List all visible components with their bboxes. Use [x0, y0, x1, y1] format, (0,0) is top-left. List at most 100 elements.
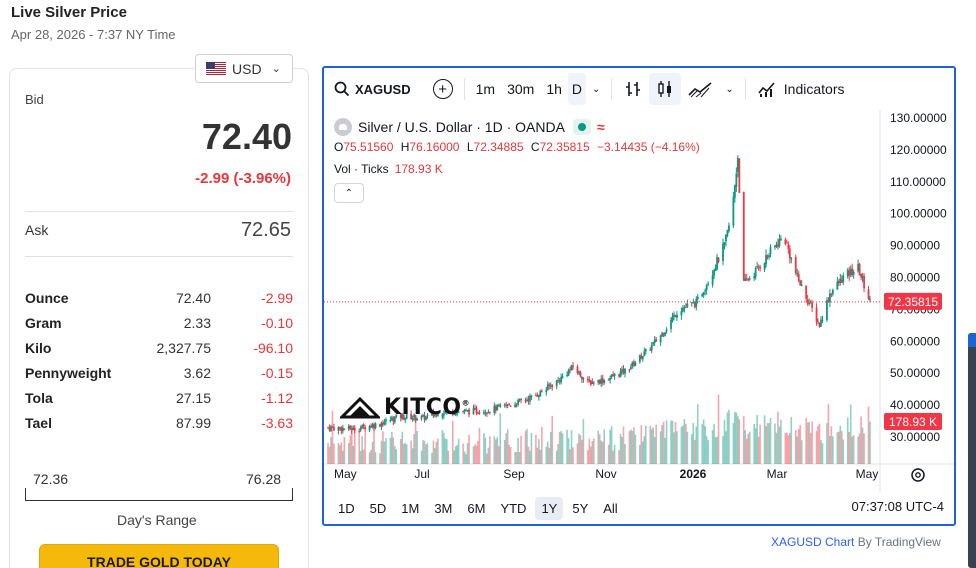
y-tick-label: 120.00000	[890, 143, 947, 157]
attribution-text: By TradingView	[854, 535, 941, 549]
candle-body	[852, 271, 855, 275]
indicators-button[interactable]: Indicators	[751, 73, 851, 105]
compare-symbol-button[interactable]: +	[427, 73, 459, 105]
bars-style-button[interactable]	[617, 73, 649, 105]
time-readout[interactable]: 07:37:08 UTC-4	[852, 499, 945, 514]
range-1m[interactable]: 1M	[395, 497, 425, 520]
volume-bar	[622, 426, 625, 464]
table-row: Kilo 2,327.75 -96.10	[25, 335, 293, 360]
volume-bar	[358, 431, 360, 464]
volume-bar	[392, 437, 395, 464]
ohlc-readout: O75.51560 H76.16000 L72.34885 C72.35815 …	[334, 140, 700, 154]
unit-name: Gram	[25, 314, 62, 331]
market-open-icon	[572, 119, 591, 135]
candle-body	[805, 285, 808, 299]
unit-change: -3.63	[261, 414, 293, 431]
candle-body	[582, 378, 585, 380]
volume-bar	[506, 429, 509, 464]
volume-bar	[671, 420, 674, 464]
volume-bar	[685, 423, 687, 464]
candle-body	[711, 275, 714, 285]
range-5y[interactable]: 5Y	[566, 497, 594, 520]
interval-30m[interactable]: 30m	[501, 73, 540, 105]
volume-bar	[799, 424, 802, 464]
volume-bar	[364, 432, 366, 464]
candle-body	[655, 338, 658, 342]
legend-symbol-title: Silver / U.S. Dollar · 1D · OANDA	[358, 119, 565, 135]
candle-body	[634, 362, 637, 367]
range-1d[interactable]: 1D	[332, 497, 361, 520]
volume-bar	[780, 419, 782, 464]
kitco-brand: KITCO	[384, 395, 462, 420]
range-6m[interactable]: 6M	[461, 497, 491, 520]
volume-bar	[790, 416, 793, 464]
volume-bar	[747, 433, 750, 464]
volume-bar	[395, 449, 398, 464]
toolbar-separator	[611, 78, 613, 100]
symbol-search[interactable]: XAGUSD	[328, 73, 417, 105]
candle-body	[485, 413, 488, 415]
volume-bar	[529, 450, 531, 464]
range-5d[interactable]: 5D	[364, 497, 393, 520]
volume-bar	[624, 444, 626, 464]
volume-bar	[399, 439, 402, 464]
interval-1h[interactable]: 1h	[540, 73, 568, 105]
chart-style-dropdown[interactable]: ⌄	[719, 73, 739, 105]
volume-bar	[673, 432, 675, 464]
candle-body	[778, 239, 781, 247]
volume-bar	[820, 440, 822, 464]
volume-bar	[809, 432, 812, 464]
candle-body	[728, 225, 730, 232]
volume-bar	[410, 440, 412, 464]
days-range-bar	[25, 488, 293, 501]
divider	[25, 211, 293, 212]
candle-body	[722, 243, 724, 261]
volume-bar	[566, 429, 568, 464]
volume-bar	[590, 446, 592, 464]
trade-gold-button[interactable]: TRADE GOLD TODAY	[39, 544, 279, 568]
volume-bar	[774, 423, 776, 464]
volume-bar	[404, 442, 407, 464]
candles-style-button[interactable]	[649, 73, 682, 105]
bid-change: -2.99 (-3.96%)	[195, 170, 291, 187]
interval-dropdown[interactable]: ⌄	[586, 73, 606, 105]
settings-icon[interactable]	[911, 468, 925, 482]
indicators-icon	[758, 82, 775, 97]
volume-bar	[692, 423, 695, 464]
range-bar: 1D 5D 1M 3M 6M YTD 1Y 5Y All 07:37:08 UT…	[324, 492, 954, 524]
chevron-down-icon: ⌄	[271, 63, 281, 75]
volume-bar	[805, 417, 807, 464]
volume-bar	[530, 432, 533, 464]
volume-bar	[527, 446, 530, 464]
volume-bar	[570, 430, 573, 464]
currency-select[interactable]: USD ⌄	[195, 54, 293, 83]
volume-bar	[546, 441, 549, 464]
xagusd-chart-link[interactable]: XAGUSD Chart	[771, 535, 854, 549]
volume-bar	[581, 439, 583, 464]
volume-bar	[867, 406, 870, 464]
candle-body	[686, 303, 689, 307]
volume-bar	[738, 419, 741, 464]
volume-bar	[505, 433, 507, 464]
candle-body	[358, 430, 361, 432]
volume-bar	[766, 423, 769, 464]
candle-body	[769, 247, 772, 254]
volume-bar	[339, 445, 341, 464]
volume-bar	[639, 444, 641, 464]
range-1y[interactable]: 1Y	[535, 496, 564, 520]
collapse-legend-button[interactable]: ⌃	[334, 183, 364, 203]
volume-bar	[631, 430, 634, 464]
range-all[interactable]: All	[597, 497, 623, 520]
area-style-button[interactable]	[681, 73, 719, 105]
unit-change: -0.10	[261, 314, 293, 331]
candles	[327, 155, 871, 435]
range-ytd[interactable]: YTD	[494, 497, 532, 520]
x-tick-label: Nov	[595, 467, 616, 481]
volume-bar	[643, 436, 646, 464]
chart-legend-title: Silver / U.S. Dollar · 1D · OANDA ≈	[334, 118, 605, 136]
range-3m[interactable]: 3M	[428, 497, 458, 520]
interval-1m[interactable]: 1m	[470, 73, 501, 105]
volume-bar	[472, 446, 475, 464]
interval-d[interactable]: D	[567, 73, 587, 105]
volume-bar	[560, 431, 562, 464]
